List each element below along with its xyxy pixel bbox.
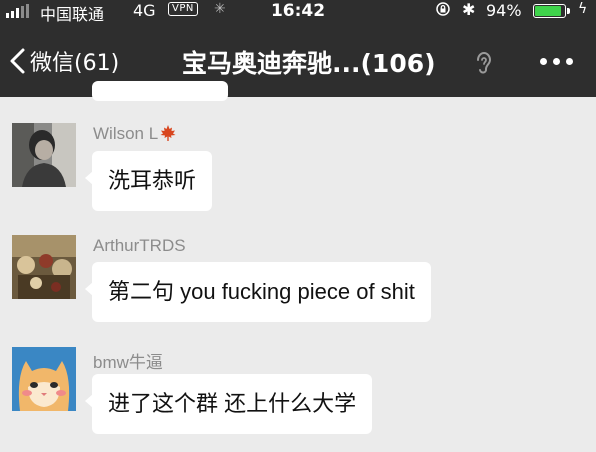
- message-bubble[interactable]: 洗耳恭听: [84, 151, 213, 211]
- more-options-button[interactable]: [537, 50, 577, 74]
- back-button[interactable]: 微信(61): [8, 43, 119, 79]
- message-list[interactable]: Wilson L 洗耳恭听 ArthurTRDS 第二句 you fucking…: [0, 81, 596, 452]
- bluetooth-icon: ✱: [462, 0, 476, 19]
- battery-level: [535, 6, 561, 16]
- chevron-left-icon: [10, 48, 25, 74]
- message-bubble[interactable]: 第二句 you fucking piece of shit: [85, 262, 431, 322]
- avatar[interactable]: [12, 123, 76, 187]
- sender-name: Wilson L: [93, 124, 177, 144]
- charging-icon: ϟ: [578, 1, 588, 17]
- maple-leaf-icon: [160, 125, 176, 141]
- battery-percentage: 94%: [486, 1, 522, 20]
- avatar[interactable]: [12, 347, 76, 411]
- back-label: 微信(61): [30, 51, 120, 76]
- ear-icon: [477, 52, 492, 74]
- chat-title: 宝马奥迪奔驰...(106): [182, 49, 436, 78]
- status-bar: 中国联通 4G VPN ✳ 16:42 ✱ 94% ϟ: [0, 0, 596, 24]
- title-bar: 中国联通 4G VPN ✳ 16:42 ✱ 94% ϟ 微信(61) 宝马奥迪奔…: [0, 0, 596, 97]
- sender-name: bmw牛逼: [93, 353, 163, 372]
- previous-message-bubble: [92, 81, 228, 101]
- rotation-lock-icon: [436, 2, 450, 16]
- message-bubble[interactable]: 进了这个群 还上什么大学: [84, 374, 373, 434]
- sender-name: ArthurTRDS: [93, 236, 186, 255]
- battery-icon: [533, 4, 570, 18]
- avatar[interactable]: [12, 235, 76, 299]
